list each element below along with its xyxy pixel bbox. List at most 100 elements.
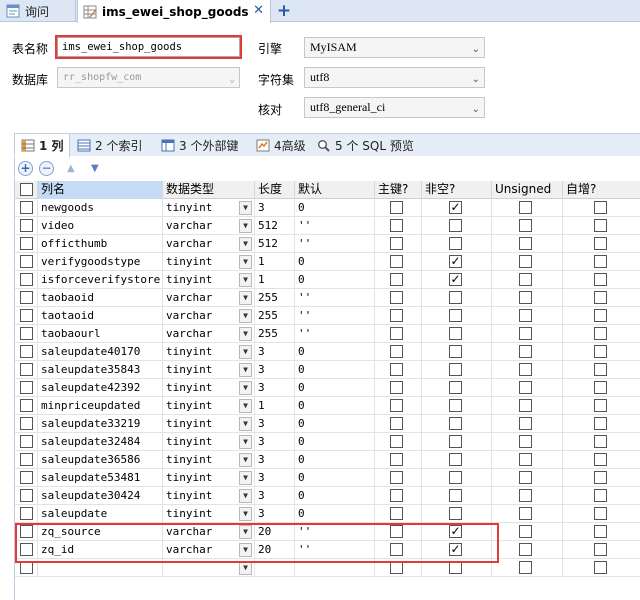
- row-select-cell[interactable]: [15, 469, 38, 487]
- default-cell[interactable]: 0: [295, 379, 375, 397]
- field-name-cell[interactable]: saleupdate40170: [38, 343, 163, 361]
- tab-advanced[interactable]: 4高级: [256, 134, 306, 156]
- row-select-cell[interactable]: [15, 199, 38, 217]
- row-checkbox[interactable]: [20, 417, 33, 430]
- primary-key-checkbox[interactable]: [390, 453, 403, 466]
- length-cell[interactable]: 512: [255, 217, 295, 235]
- unsigned-cell[interactable]: [492, 523, 563, 541]
- unsigned-cell[interactable]: [492, 343, 563, 361]
- primary-key-checkbox[interactable]: [390, 201, 403, 214]
- not-null-cell[interactable]: ✓: [422, 199, 492, 217]
- unsigned-cell[interactable]: [492, 325, 563, 343]
- data-type-cell[interactable]: tinyint ▼: [163, 451, 255, 469]
- table-row[interactable]: saleupdate53481 tinyint ▼ 3 0: [15, 469, 640, 487]
- chevron-down-icon[interactable]: ▼: [239, 291, 252, 305]
- not-null-checkbox[interactable]: [449, 381, 462, 394]
- primary-key-checkbox[interactable]: [390, 273, 403, 286]
- length-cell[interactable]: 3: [255, 415, 295, 433]
- not-null-checkbox[interactable]: [449, 435, 462, 448]
- auto-increment-cell[interactable]: [563, 325, 640, 343]
- primary-key-cell[interactable]: [375, 343, 422, 361]
- auto-increment-checkbox[interactable]: [594, 417, 607, 430]
- tab-query[interactable]: 询问: [0, 0, 76, 22]
- row-select-cell[interactable]: [15, 307, 38, 325]
- primary-key-cell[interactable]: [375, 397, 422, 415]
- field-name-cell[interactable]: minpriceupdated: [38, 397, 163, 415]
- unsigned-cell[interactable]: [492, 415, 563, 433]
- table-row[interactable]: minpriceupdated tinyint ▼ 1 0: [15, 397, 640, 415]
- table-row[interactable]: isforceverifystore tinyint ▼ 1 0 ✓: [15, 271, 640, 289]
- chevron-down-icon[interactable]: ▼: [239, 507, 252, 521]
- default-cell[interactable]: 0: [295, 469, 375, 487]
- row-select-cell[interactable]: [15, 217, 38, 235]
- chevron-down-icon[interactable]: ▼: [239, 309, 252, 323]
- auto-increment-cell[interactable]: [563, 307, 640, 325]
- unsigned-cell[interactable]: [492, 271, 563, 289]
- not-null-cell[interactable]: ✓: [422, 271, 492, 289]
- table-row[interactable]: saleupdate40170 tinyint ▼ 3 0: [15, 343, 640, 361]
- auto-increment-checkbox[interactable]: [594, 327, 607, 340]
- default-cell[interactable]: '': [295, 307, 375, 325]
- data-type-cell[interactable]: tinyint ▼: [163, 253, 255, 271]
- not-null-checkbox[interactable]: [449, 327, 462, 340]
- primary-key-cell[interactable]: [375, 217, 422, 235]
- primary-key-cell[interactable]: [375, 271, 422, 289]
- not-null-cell[interactable]: [422, 415, 492, 433]
- primary-key-checkbox[interactable]: [390, 399, 403, 412]
- data-type-cell[interactable]: varchar ▼: [163, 289, 255, 307]
- data-type-cell[interactable]: tinyint ▼: [163, 469, 255, 487]
- engine-select[interactable]: MyISAM ⌄: [304, 37, 485, 58]
- tab-columns[interactable]: 1 列: [15, 134, 70, 157]
- not-null-checkbox[interactable]: [449, 399, 462, 412]
- row-select-cell[interactable]: [15, 343, 38, 361]
- data-type-cell[interactable]: varchar ▼: [163, 325, 255, 343]
- primary-key-cell[interactable]: [375, 433, 422, 451]
- auto-increment-checkbox[interactable]: [594, 363, 607, 376]
- header-auto-increment[interactable]: 自增?: [563, 181, 640, 199]
- unsigned-checkbox[interactable]: [519, 561, 532, 574]
- row-checkbox[interactable]: [20, 309, 33, 322]
- default-cell[interactable]: '': [295, 217, 375, 235]
- header-default[interactable]: 默认: [295, 181, 375, 199]
- data-type-cell[interactable]: tinyint ▼: [163, 487, 255, 505]
- primary-key-cell[interactable]: [375, 505, 422, 523]
- row-checkbox[interactable]: [20, 345, 33, 358]
- auto-increment-checkbox[interactable]: [594, 489, 607, 502]
- field-name-cell[interactable]: newgoods: [38, 199, 163, 217]
- row-checkbox[interactable]: [20, 453, 33, 466]
- chevron-down-icon[interactable]: ▼: [239, 219, 252, 233]
- field-name-cell[interactable]: video: [38, 217, 163, 235]
- chevron-down-icon[interactable]: ▼: [239, 561, 252, 575]
- primary-key-checkbox[interactable]: [390, 219, 403, 232]
- table-row[interactable]: video varchar ▼ 512 '': [15, 217, 640, 235]
- auto-increment-checkbox[interactable]: [594, 471, 607, 484]
- chevron-down-icon[interactable]: ▼: [239, 399, 252, 413]
- row-checkbox[interactable]: [20, 363, 33, 376]
- data-type-cell[interactable]: tinyint ▼: [163, 343, 255, 361]
- header-column-name[interactable]: 列名: [38, 181, 163, 199]
- auto-increment-cell[interactable]: [563, 505, 640, 523]
- chevron-down-icon[interactable]: ▼: [239, 471, 252, 485]
- primary-key-checkbox[interactable]: [390, 309, 403, 322]
- unsigned-checkbox[interactable]: [519, 273, 532, 286]
- auto-increment-checkbox[interactable]: [594, 309, 607, 322]
- not-null-checkbox[interactable]: [449, 219, 462, 232]
- unsigned-cell[interactable]: [492, 253, 563, 271]
- row-select-cell[interactable]: [15, 487, 38, 505]
- not-null-checkbox[interactable]: [449, 489, 462, 502]
- data-type-cell[interactable]: tinyint ▼: [163, 199, 255, 217]
- data-type-cell[interactable]: tinyint ▼: [163, 397, 255, 415]
- not-null-cell[interactable]: [422, 325, 492, 343]
- auto-increment-checkbox[interactable]: [594, 219, 607, 232]
- auto-increment-cell[interactable]: [563, 397, 640, 415]
- primary-key-checkbox[interactable]: [390, 237, 403, 250]
- not-null-checkbox[interactable]: [449, 417, 462, 430]
- header-length[interactable]: 长度: [255, 181, 295, 199]
- row-select-cell[interactable]: [15, 253, 38, 271]
- row-select-cell[interactable]: [15, 505, 38, 523]
- table-row[interactable]: saleupdate33219 tinyint ▼ 3 0: [15, 415, 640, 433]
- chevron-down-icon[interactable]: ▼: [239, 489, 252, 503]
- primary-key-cell[interactable]: [375, 253, 422, 271]
- table-row[interactable]: saleupdate35843 tinyint ▼ 3 0: [15, 361, 640, 379]
- default-cell[interactable]: '': [295, 289, 375, 307]
